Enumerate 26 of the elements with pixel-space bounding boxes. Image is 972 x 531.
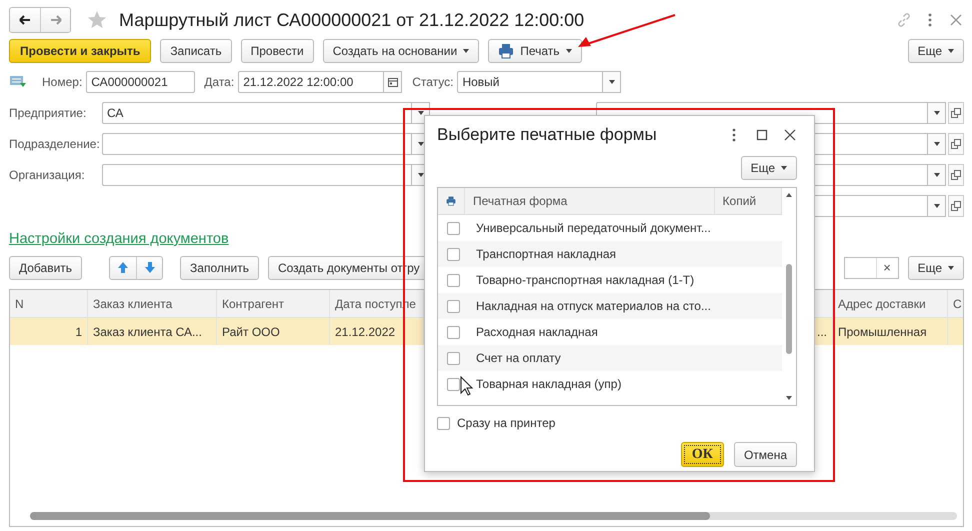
print-form-name: Расходная накладная xyxy=(476,325,598,339)
print-form-name: Транспортная накладная xyxy=(476,247,616,261)
column-header: Заказ клиента xyxy=(88,290,217,317)
column-header: Адрес доставки xyxy=(833,290,948,317)
print-form-name: Счет на оплату xyxy=(476,351,561,365)
print-form-name: Товарная накладная (упр) xyxy=(476,377,622,391)
field-label: Дата: xyxy=(204,74,234,88)
table-cell: Промышленная xyxy=(833,318,948,345)
field-label: Подразделение: xyxy=(9,137,101,151)
checkbox-label: Сразу на принтер xyxy=(457,416,556,430)
table-cell: Заказ клиента СА... xyxy=(88,318,217,345)
print-form-name: Накладная на отпуск материалов на сто... xyxy=(476,299,711,313)
column-header: Печатная форма xyxy=(465,188,715,214)
column-header: С xyxy=(948,290,963,317)
field-label: Статус: xyxy=(412,74,454,88)
dialog-title: Выберите печатные формы xyxy=(437,125,657,145)
field-label: Организация: xyxy=(9,168,86,182)
table-cell: 1 xyxy=(10,318,88,345)
column-header: Контрагент xyxy=(217,290,330,317)
print-form-name: Универсальный передаточный документ... xyxy=(476,221,711,235)
field-label: Предприятие: xyxy=(9,106,88,120)
window-title: Маршрутный лист СА000000021 от 21.12.2022 12:00:00 xyxy=(119,10,584,30)
column-header: N xyxy=(10,290,88,317)
table-cell: Райт ООО xyxy=(217,318,330,345)
field-label: Номер: xyxy=(42,74,82,88)
print-form-name: Товарно-транспортная накладная (1-Т) xyxy=(476,273,694,287)
